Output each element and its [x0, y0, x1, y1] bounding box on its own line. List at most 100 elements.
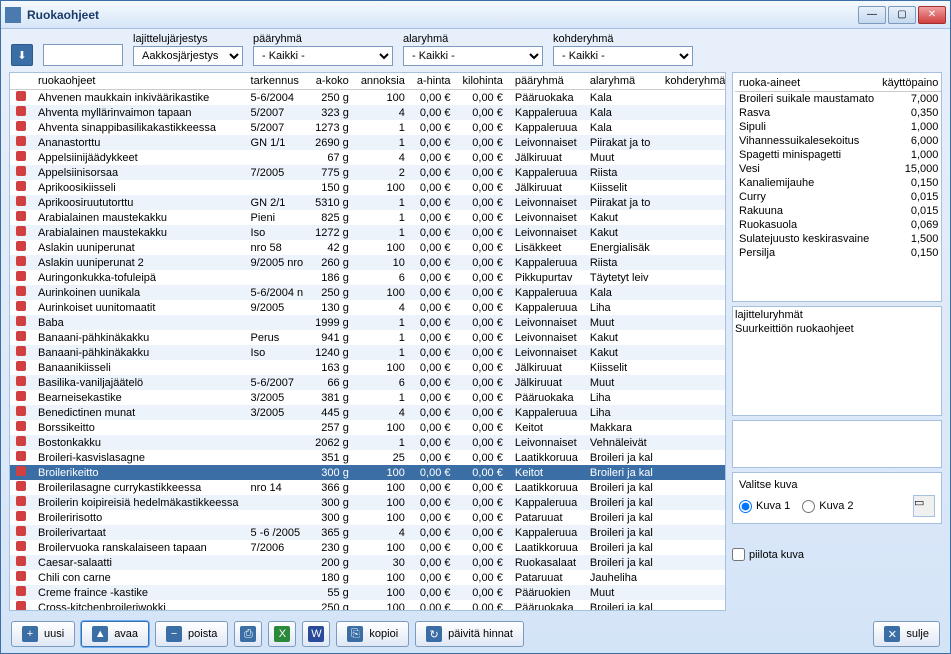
table-row[interactable]: Borssikeitto257 g1000,00 €0,00 €KeitotMa… [10, 420, 725, 435]
close-button[interactable]: ✕ [918, 6, 946, 24]
table-row[interactable]: Banaani-pähkinäkakkuPerus941 g10,00 €0,0… [10, 330, 725, 345]
row-icon [16, 91, 26, 101]
table-row[interactable]: Broileririsotto300 g1000,00 €0,00 €Patar… [10, 510, 725, 525]
kuva1-radio[interactable]: Kuva 1 [739, 500, 790, 513]
table-row[interactable]: Cross-kitchenbroileriwokki250 g1000,00 €… [10, 600, 725, 610]
table-row[interactable]: Basilika-vaniljajäätelö5-6/200766 g60,00… [10, 375, 725, 390]
row-icon [16, 376, 26, 386]
table-row[interactable]: Ahventa myllärinvaimon tapaan5/2007323 g… [10, 105, 725, 120]
close-app-button[interactable]: ✕sulje [873, 621, 940, 647]
ing-col-weight: käyttöpaino [878, 75, 942, 92]
maximize-button[interactable]: ▢ [888, 6, 916, 24]
table-row[interactable]: Appelsiinisorsaa7/2005775 g20,00 €0,00 €… [10, 165, 725, 180]
table-row[interactable]: Banaani-pähkinäkakkuIso1240 g10,00 €0,00… [10, 345, 725, 360]
table-row[interactable]: Creme fraince -kastike55 g1000,00 €0,00 … [10, 585, 725, 600]
table-row[interactable]: AprikoosiruututorttuGN 2/15310 g10,00 €0… [10, 195, 725, 210]
table-row[interactable]: Bostonkakku2062 g10,00 €0,00 €Leivonnais… [10, 435, 725, 450]
table-row[interactable]: Banaanikiisseli163 g1000,00 €0,00 €Jälki… [10, 360, 725, 375]
table-row[interactable]: Aurinkoinen uunikala5-6/2004 n250 g1000,… [10, 285, 725, 300]
col-header[interactable]: ruokaohjeet [32, 73, 245, 90]
new-button[interactable]: +uusi [11, 621, 75, 647]
subgroup-select[interactable]: - Kaikki - [403, 46, 543, 66]
delete-button[interactable]: −poista [155, 621, 228, 647]
row-icon [16, 496, 26, 506]
ingredient-row[interactable]: Curry0,015 [735, 190, 942, 204]
maingroup-select[interactable]: - Kaikki - [253, 46, 393, 66]
image-browse-button[interactable]: ▭ [913, 495, 935, 517]
app-icon [5, 7, 21, 23]
row-icon [16, 601, 26, 610]
search-icon[interactable]: ⬇ [11, 44, 33, 66]
table-row[interactable]: Bearneisekastike3/2005381 g10,00 €0,00 €… [10, 390, 725, 405]
filter-bar: ⬇ lajittelujärjestys Aakkosjärjestys pää… [1, 29, 950, 72]
ingredient-row[interactable]: Rasva0,350 [735, 106, 942, 120]
ingredient-row[interactable]: Broileri suikale maustamato7,000 [735, 92, 942, 107]
ingredient-row[interactable]: Sipuli1,000 [735, 120, 942, 134]
row-icon [16, 391, 26, 401]
ingredient-row[interactable]: Spagetti minispagetti1,000 [735, 148, 942, 162]
table-row[interactable]: Aslakin uuniperunatnro 5842 g1000,00 €0,… [10, 240, 725, 255]
targetgroup-select[interactable]: - Kaikki - [553, 46, 693, 66]
table-row[interactable]: Broilerivartaat5 -6 /2005365 g40,00 €0,0… [10, 525, 725, 540]
row-icon [16, 181, 26, 191]
row-icon [16, 301, 26, 311]
table-row[interactable]: Broilerin koipireisiä hedelmäkastikkeess… [10, 495, 725, 510]
kuva2-radio[interactable]: Kuva 2 [802, 500, 853, 513]
table-row[interactable]: Baba1999 g10,00 €0,00 €LeivonnaisetMuut [10, 315, 725, 330]
table-row[interactable]: Benedictinen munat3/2005445 g40,00 €0,00… [10, 405, 725, 420]
ingredient-row[interactable]: Vihannessuikalesekoitus6,000 [735, 134, 942, 148]
ingredient-row[interactable]: Rakuuna0,015 [735, 204, 942, 218]
ingredients-table: ruoka-aineet käyttöpaino Broileri suikal… [735, 75, 942, 260]
table-row[interactable]: Broileri-kasvislasagne351 g250,00 €0,00 … [10, 450, 725, 465]
recipe-table: ruokaohjeettarkennusa-kokoannoksiaa-hint… [10, 73, 725, 610]
table-row[interactable]: Caesar-salaatti200 g300,00 €0,00 €Ruokas… [10, 555, 725, 570]
table-row[interactable]: Broilervuoka ranskalaiseen tapaan7/20062… [10, 540, 725, 555]
table-row[interactable]: Arabialainen maustekakkuPieni825 g10,00 … [10, 210, 725, 225]
table-row[interactable]: Ahventa sinappibasilikakastikkeessa5/200… [10, 120, 725, 135]
col-header[interactable]: a-koko [309, 73, 355, 90]
open-button[interactable]: ▲avaa [81, 621, 149, 647]
ingredient-row[interactable]: Persilja0,150 [735, 246, 942, 260]
table-row[interactable]: Aslakin uuniperunat 29/2005 nro260 g100,… [10, 255, 725, 270]
sort-select[interactable]: Aakkosjärjestys [133, 46, 243, 66]
table-row[interactable]: Aurinkoiset uunitomaatit9/2005130 g40,00… [10, 300, 725, 315]
hide-image-checkbox[interactable] [732, 548, 745, 561]
col-header[interactable]: kilohinta [457, 73, 509, 90]
col-header[interactable]: alaryhmä [584, 73, 659, 90]
row-icon [16, 361, 26, 371]
table-row[interactable]: AnanastorttuGN 1/12690 g10,00 €0,00 €Lei… [10, 135, 725, 150]
table-row[interactable]: Aprikoosikiisseli150 g1000,00 €0,00 €Jäl… [10, 180, 725, 195]
search-input[interactable] [43, 44, 123, 66]
col-header[interactable]: annoksia [355, 73, 411, 90]
ingredient-row[interactable]: Kanaliemijauhe0,150 [735, 176, 942, 190]
table-row[interactable]: Appelsiinijäädykkeet67 g40,00 €0,00 €Jäl… [10, 150, 725, 165]
ingredients-panel: ruoka-aineet käyttöpaino Broileri suikal… [732, 72, 942, 302]
row-icon [16, 526, 26, 536]
recipe-table-scroll[interactable]: ruokaohjeettarkennusa-kokoannoksiaa-hint… [10, 73, 725, 610]
targetgroup-label: kohderyhmä [553, 33, 693, 45]
row-icon [16, 121, 26, 131]
table-row[interactable]: Broilerilasagne currykastikkeessanro 143… [10, 480, 725, 495]
excel-button[interactable]: X [268, 621, 296, 647]
table-row[interactable]: Ahvenen maukkain inkiväärikastike5-6/200… [10, 90, 725, 106]
col-header[interactable]: a-hinta [411, 73, 457, 90]
update-prices-button[interactable]: ↻päivitä hinnat [415, 621, 524, 647]
copy-button[interactable]: ⎘kopioi [336, 621, 409, 647]
table-row[interactable]: Broilerikeitto300 g1000,00 €0,00 €Keitot… [10, 465, 725, 480]
print-button[interactable]: ⎙ [234, 621, 262, 647]
table-row[interactable]: Arabialainen maustekakkuIso1272 g10,00 €… [10, 225, 725, 240]
col-header[interactable]: kohderyhmä [659, 73, 725, 90]
row-icon [16, 196, 26, 206]
col-header[interactable]: tarkennus [245, 73, 310, 90]
ingredient-row[interactable]: Vesi15,000 [735, 162, 942, 176]
row-icon [16, 241, 26, 251]
minimize-button[interactable]: — [858, 6, 886, 24]
table-row[interactable]: Chili con carne180 g1000,00 €0,00 €Patar… [10, 570, 725, 585]
word-button[interactable]: W [302, 621, 330, 647]
table-row[interactable]: Auringonkukka-tofuleipä186 g60,00 €0,00 … [10, 270, 725, 285]
ingredient-row[interactable]: Sulatejuusto keskirasvaine1,500 [735, 232, 942, 246]
sortgroups-item[interactable]: Suurkeittiön ruokaohjeet [735, 323, 939, 335]
col-header[interactable]: pääryhmä [509, 73, 584, 90]
preview-box [732, 420, 942, 468]
ingredient-row[interactable]: Ruokasuola0,069 [735, 218, 942, 232]
